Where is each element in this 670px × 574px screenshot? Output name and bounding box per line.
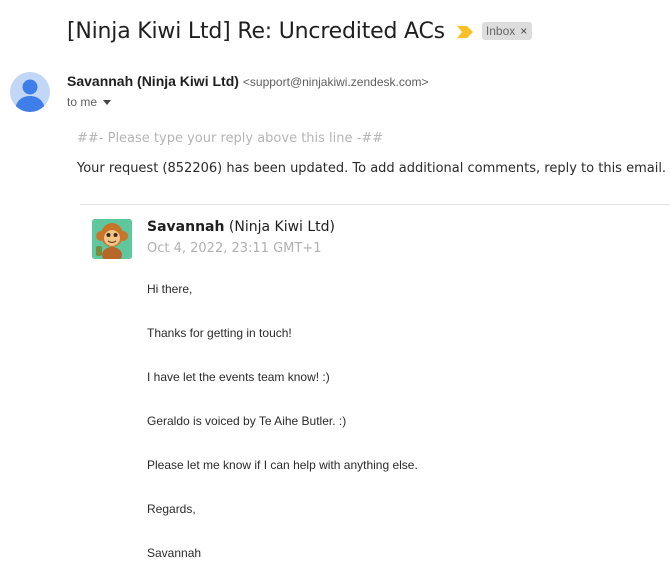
reply-date: Oct 4, 2022, 23:11 GMT+1 xyxy=(147,241,322,256)
remove-label-icon[interactable]: × xyxy=(520,24,527,38)
reply-sender-name: Savannah xyxy=(147,219,225,235)
body-line-regards: Regards, xyxy=(147,502,196,516)
body-line-voice: Geraldo is voiced by Te Aihe Butler. :) xyxy=(147,414,347,428)
monkey-avatar-icon xyxy=(92,219,132,259)
email-subject: [Ninja Kiwi Ltd] Re: Uncredited ACs xyxy=(67,18,445,44)
body-line-signature: Savannah xyxy=(147,546,202,560)
reply-hint: ##- Please type your reply above this li… xyxy=(77,131,384,146)
sender-email: <support@ninjakiwi.zendesk.com> xyxy=(242,75,429,89)
message-divider xyxy=(80,204,670,205)
chevron-down-icon xyxy=(103,99,112,105)
subject-row: [Ninja Kiwi Ltd] Re: Uncredited ACs Inbo… xyxy=(67,16,533,46)
request-update-text: Your request (852206) has been updated. … xyxy=(77,161,667,176)
inbox-label-text: Inbox xyxy=(485,24,516,38)
sender-row: Savannah (Ninja Kiwi Ltd) <support@ninja… xyxy=(67,73,429,89)
sender-name[interactable]: Savannah (Ninja Kiwi Ltd) xyxy=(67,73,239,89)
person-icon xyxy=(15,79,45,112)
body-line-help: Please let me know if I can help with an… xyxy=(147,458,418,472)
inbox-label-chip[interactable]: Inbox × xyxy=(481,22,533,40)
recipient-details-toggle[interactable]: to me xyxy=(67,95,112,109)
body-line-thanks: Thanks for getting in touch! xyxy=(147,326,292,340)
reply-sender-org: (Ninja Kiwi Ltd) xyxy=(224,219,336,235)
body-line-events: I have let the events team know! :) xyxy=(147,370,330,384)
body-line-greeting: Hi there, xyxy=(147,282,193,296)
sender-avatar[interactable] xyxy=(10,72,50,112)
importance-marker-icon[interactable] xyxy=(456,25,473,38)
reply-sender: Savannah (Ninja Kiwi Ltd) xyxy=(147,219,335,235)
recipient-text: to me xyxy=(67,95,98,109)
